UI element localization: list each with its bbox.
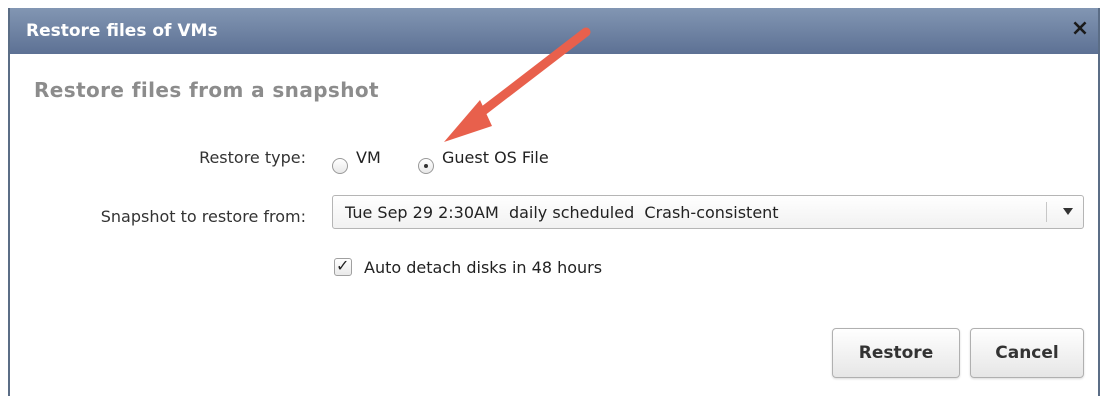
section-subtitle: Restore files from a snapshot [34, 78, 379, 102]
check-icon: ✓ [336, 256, 350, 275]
chevron-down-icon[interactable] [1063, 208, 1073, 215]
restore-type-guest-os-file-radio[interactable] [418, 158, 434, 174]
restore-type-guest-os-file-label[interactable]: Guest OS File [442, 148, 549, 167]
snapshot-select-value: Tue Sep 29 2:30AM daily scheduled Crash-… [345, 203, 779, 222]
dialog-titlebar: Restore files of VMs × [10, 8, 1098, 54]
select-divider [1046, 202, 1047, 222]
restore-type-vm-radio[interactable] [332, 158, 348, 174]
auto-detach-label[interactable]: Auto detach disks in 48 hours [364, 258, 602, 277]
auto-detach-checkbox[interactable]: ✓ [334, 256, 352, 276]
radio-selected-dot [424, 164, 428, 168]
cancel-button[interactable]: Cancel [970, 328, 1084, 378]
snapshot-label: Snapshot to restore from: [100, 207, 306, 226]
close-icon[interactable]: × [1068, 17, 1092, 41]
restore-files-dialog: Restore files of VMs × Restore files fro… [8, 8, 1100, 396]
restore-type-label: Restore type: [199, 148, 306, 167]
restore-type-vm-label[interactable]: VM [356, 148, 381, 167]
restore-button[interactable]: Restore [832, 328, 960, 378]
dialog-title: Restore files of VMs [26, 21, 218, 41]
snapshot-select[interactable]: Tue Sep 29 2:30AM daily scheduled Crash-… [332, 195, 1084, 229]
